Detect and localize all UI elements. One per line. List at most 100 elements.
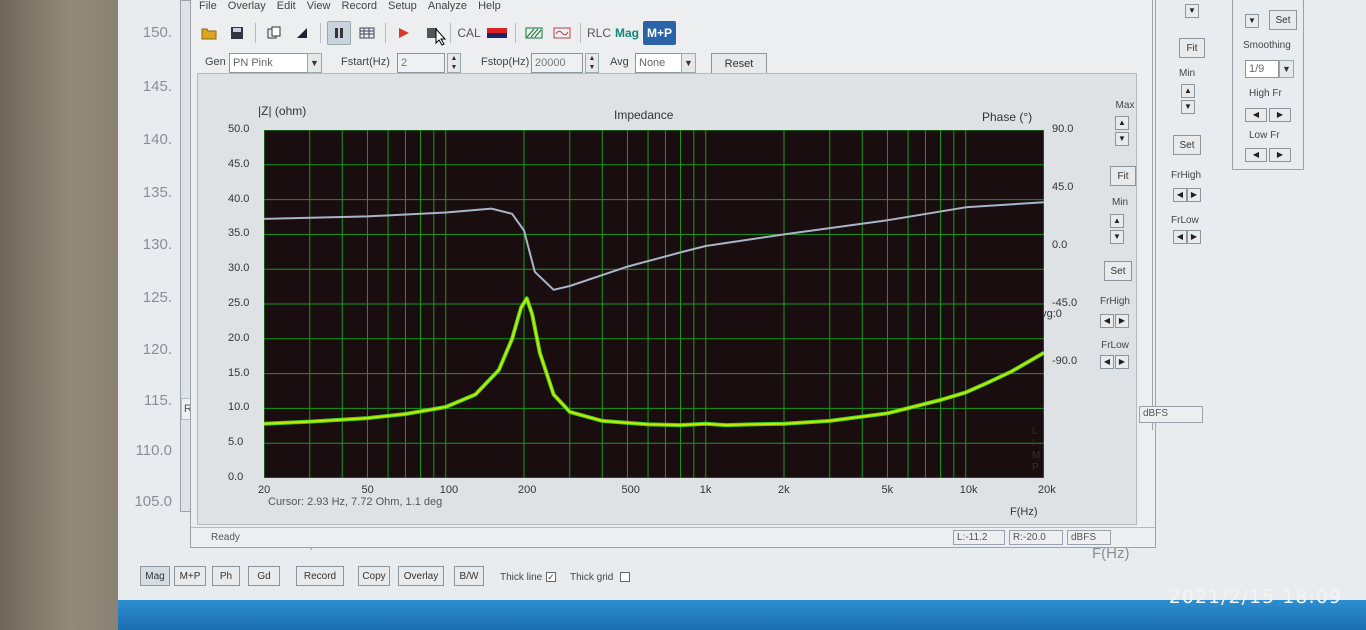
- frhigh-right-button[interactable]: ▶: [1115, 314, 1129, 328]
- bg-y-label: 130.: [142, 236, 172, 253]
- range-set-button[interactable]: Set: [1269, 10, 1297, 30]
- y-tick-label: 35.0: [228, 227, 250, 240]
- bg-y-label: 150.: [142, 24, 172, 41]
- fit-button[interactable]: Fit: [1110, 166, 1136, 186]
- impedance-graph-frame: |Z| (ohm) Impedance Phase (°) Avg:0 F(Hz…: [197, 73, 1137, 525]
- bg-frhigh-right[interactable]: ▶: [1187, 188, 1201, 202]
- fstart-stepper[interactable]: ▲ ▼: [447, 53, 461, 73]
- pause-icon[interactable]: [327, 21, 351, 45]
- max-down-button[interactable]: ▼: [1115, 132, 1129, 146]
- menu-edit[interactable]: Edit: [277, 0, 296, 12]
- copy-button[interactable]: Copy: [358, 566, 390, 586]
- status-ready: Ready: [211, 532, 240, 543]
- y-tick-label: 10.0: [228, 401, 250, 414]
- range-down-button[interactable]: ▼: [1245, 14, 1259, 28]
- smoothing-select[interactable]: 1/9: [1245, 60, 1279, 78]
- mag-button[interactable]: Mag: [615, 21, 639, 45]
- mp-tab-button[interactable]: M+P: [174, 566, 206, 586]
- bg-set-button[interactable]: Set: [1173, 135, 1201, 155]
- x-tick-label: 20: [258, 484, 271, 496]
- x-tick-label: 100: [439, 484, 459, 496]
- thick-grid-checkbox[interactable]: [620, 572, 630, 582]
- min-label: Min: [1111, 197, 1129, 208]
- bg-frhigh-left[interactable]: ◀: [1173, 188, 1187, 202]
- fstart-field[interactable]: 2: [397, 53, 445, 73]
- y-tick-label: 0.0: [228, 471, 244, 483]
- bw-button[interactable]: B/W: [454, 566, 484, 586]
- min-up-button[interactable]: ▲: [1110, 214, 1124, 228]
- menu-analyze[interactable]: Analyze: [428, 0, 467, 12]
- menu-record[interactable]: Record: [342, 0, 377, 12]
- grid-table-icon[interactable]: [355, 21, 379, 45]
- cal-button[interactable]: CAL: [457, 21, 481, 45]
- max-up-button[interactable]: ▲: [1115, 116, 1129, 130]
- fstop-stepper[interactable]: ▲ ▼: [585, 53, 599, 73]
- mouse-cursor-icon: [435, 25, 447, 49]
- bg-fit-button[interactable]: Fit: [1179, 38, 1205, 58]
- bg-frlow-right[interactable]: ▶: [1187, 230, 1201, 244]
- bg-dbfs-box: dBFS: [1139, 406, 1203, 423]
- min-down-button[interactable]: ▼: [1110, 230, 1124, 244]
- mag-tab-button[interactable]: Mag: [140, 566, 170, 586]
- ph-tab-button[interactable]: Ph: [212, 566, 240, 586]
- bg-frlow-left[interactable]: ◀: [1173, 230, 1187, 244]
- low-fr-left-button[interactable]: ◀: [1245, 148, 1267, 162]
- chevron-down-icon[interactable]: ▼: [681, 53, 696, 73]
- x-tick-label: 5k: [881, 484, 894, 496]
- bg-y-label: 140.: [142, 131, 172, 148]
- mp-button[interactable]: M+P: [643, 21, 677, 45]
- bg-y-label: 145.: [142, 78, 172, 95]
- copy-window-icon[interactable]: [262, 21, 286, 45]
- impedance-plot[interactable]: [264, 130, 1044, 478]
- gd-tab-button[interactable]: Gd: [248, 566, 280, 586]
- overlay-button[interactable]: Overlay: [398, 566, 444, 586]
- color-bar-icon[interactable]: [485, 21, 509, 45]
- fstop-field[interactable]: 20000: [531, 53, 583, 73]
- avg-select[interactable]: None: [635, 53, 685, 73]
- reset-button[interactable]: Reset: [711, 53, 767, 75]
- impedance-window: File Overlay Edit View Record Setup Anal…: [190, 0, 1156, 548]
- bg-min-up-button[interactable]: ▲: [1181, 84, 1195, 98]
- generator-select[interactable]: PN Pink: [229, 53, 309, 73]
- frlow-left-button[interactable]: ◀: [1100, 355, 1114, 369]
- impedance-phase-line: [264, 201, 1044, 291]
- frhigh-left-button[interactable]: ◀: [1100, 314, 1114, 328]
- menu-file[interactable]: File: [199, 0, 217, 12]
- menu-setup[interactable]: Setup: [388, 0, 417, 12]
- y-tick-label: 50.0: [228, 123, 250, 135]
- high-fr-right-button[interactable]: ▶: [1269, 108, 1291, 122]
- bg-down-button[interactable]: ▼: [1185, 4, 1199, 18]
- bg-frhigh-label: FrHigh: [1171, 170, 1202, 181]
- y-tick-label: 5.0: [228, 436, 244, 449]
- y2-tick-label: -45.0: [1052, 297, 1078, 309]
- rlc-button[interactable]: RLC: [587, 21, 611, 45]
- level-left: L:-11.2: [953, 530, 1005, 545]
- menu-overlay[interactable]: Overlay: [228, 0, 266, 12]
- play-icon[interactable]: [392, 21, 416, 45]
- y2-tick-label: 0.0: [1052, 239, 1068, 251]
- low-fr-right-button[interactable]: ▶: [1269, 148, 1291, 162]
- marker-icon[interactable]: [290, 21, 314, 45]
- hatch-icon[interactable]: [522, 21, 546, 45]
- menu-help[interactable]: Help: [478, 0, 501, 12]
- frlow-right-button[interactable]: ▶: [1115, 355, 1129, 369]
- save-icon[interactable]: [225, 21, 249, 45]
- bg-y-label: 115.: [143, 392, 172, 409]
- waveform-icon[interactable]: [550, 21, 574, 45]
- bg-min-down-button[interactable]: ▼: [1181, 100, 1195, 114]
- x-tick-label: 10k: [959, 484, 978, 496]
- y-tick-label: 40.0: [228, 192, 250, 205]
- thick-grid-label: Thick grid: [570, 572, 614, 583]
- thick-line-checkbox[interactable]: ✓: [546, 572, 556, 582]
- menu-view[interactable]: View: [307, 0, 331, 12]
- set-button[interactable]: Set: [1104, 261, 1132, 281]
- chevron-down-icon[interactable]: ▼: [1279, 60, 1294, 78]
- high-fr-left-button[interactable]: ◀: [1245, 108, 1267, 122]
- bg-y-label: 110.0: [135, 442, 172, 459]
- x-tick-label: 2k: [778, 484, 790, 496]
- open-folder-icon[interactable]: [197, 21, 221, 45]
- x-tick-label: 500: [621, 484, 640, 496]
- fstop-label: Fstop(Hz): [481, 56, 530, 68]
- record-button[interactable]: Record: [296, 566, 344, 586]
- chevron-down-icon[interactable]: ▼: [307, 53, 322, 73]
